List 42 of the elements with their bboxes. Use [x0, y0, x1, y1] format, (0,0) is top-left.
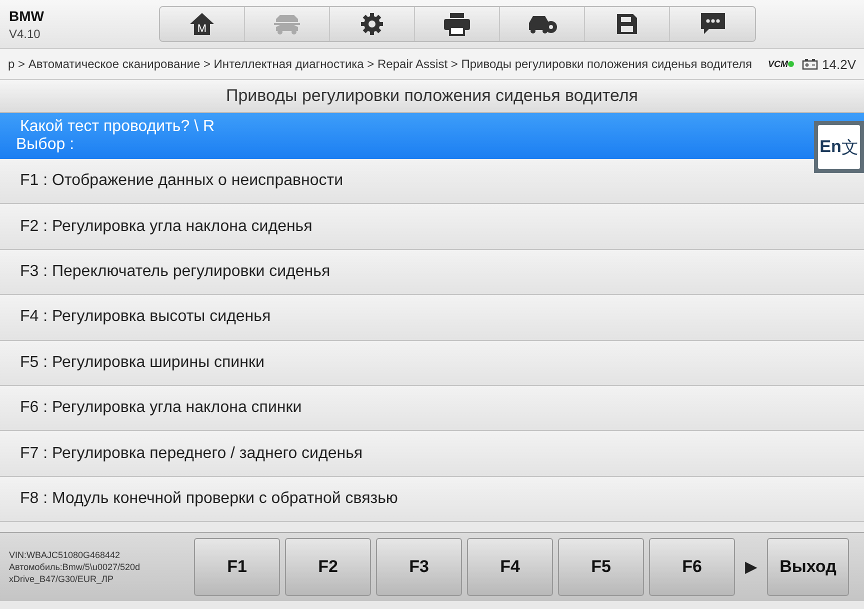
- settings-icon: [360, 12, 384, 36]
- printer-icon: [443, 12, 471, 36]
- message-icon: [700, 12, 726, 36]
- test-option[interactable]: F3 : Переключатель регулировки сиденья: [0, 250, 864, 296]
- function-key[interactable]: F1: [194, 538, 280, 596]
- battery-icon: [802, 58, 818, 70]
- breadcrumb: p > Автоматическое сканирование > Интеллектная диагностика > Repair Assist > Приводы регулировки положения сиденья водителя: [8, 57, 754, 71]
- toolbar-button[interactable]: [500, 7, 585, 41]
- home-icon: M: [189, 12, 215, 36]
- brand-name: BMW: [9, 8, 45, 24]
- prompt-choice: Выбор :: [16, 136, 74, 154]
- test-option[interactable]: F5 : Регулировка ширины спинки: [0, 340, 864, 386]
- toolbar-button[interactable]: [415, 7, 500, 41]
- function-key[interactable]: F4: [467, 538, 553, 596]
- test-option[interactable]: F8 : Модуль конечной проверки с обратной связью: [0, 476, 864, 522]
- version-label: V4.10: [9, 26, 42, 40]
- test-option[interactable]: F1 : Отображение данных о неисправности: [0, 159, 864, 204]
- test-option[interactable]: F6 : Регулировка угла наклона спинки: [0, 386, 864, 432]
- translate-button[interactable]: En文: [814, 121, 864, 173]
- toolbar-button[interactable]: [670, 7, 755, 41]
- voltage-reading: 14.2V: [822, 56, 856, 72]
- vehicle-info-line: VIN:WBAJC51080G468442: [9, 549, 122, 562]
- vehicle-info-line: xDrive_B47/G30/EUR_ЛР: [9, 573, 114, 586]
- toolbar-button[interactable]: M: [160, 7, 245, 41]
- toolbar-button[interactable]: [330, 7, 415, 41]
- car-lift-icon: [272, 13, 302, 35]
- function-key[interactable]: F6: [649, 538, 735, 596]
- exit-button[interactable]: Выход: [767, 538, 849, 596]
- save-icon: [616, 13, 638, 35]
- more-arrow[interactable]: ▶: [740, 557, 762, 578]
- vehicle-info-line: Автомобиль:Bmw/5\u0027/520d: [9, 561, 141, 574]
- function-key[interactable]: F3: [376, 538, 462, 596]
- vcm-status: VCM: [768, 59, 794, 69]
- test-option[interactable]: F7 : Регулировка переднего / заднего сиденья: [0, 431, 864, 477]
- toolbar-button[interactable]: [585, 7, 670, 41]
- car-gear-icon: [527, 13, 557, 35]
- test-option[interactable]: F2 : Регулировка угла наклона сиденья: [0, 204, 864, 250]
- function-key[interactable]: F5: [558, 538, 644, 596]
- function-key[interactable]: F2: [285, 538, 371, 596]
- prompt-question: Какой тест проводить? \ R: [19, 118, 215, 136]
- test-option[interactable]: F4 : Регулировка высоты сиденья: [0, 295, 864, 341]
- page-title: Приводы регулировки положения сиденья водителя: [0, 80, 864, 113]
